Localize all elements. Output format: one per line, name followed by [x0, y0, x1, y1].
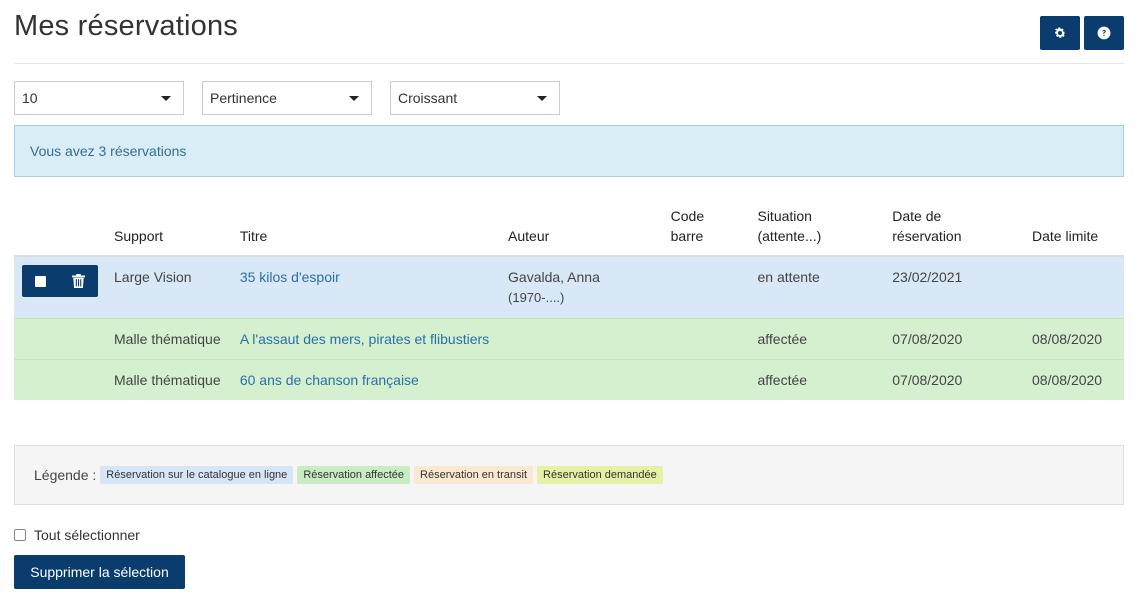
- order-value: Croissant: [398, 90, 458, 106]
- row-barcode: [662, 318, 750, 360]
- gear-icon: [1055, 27, 1066, 38]
- row-support: Large Vision: [106, 255, 232, 319]
- legend-requested: Réservation demandée: [537, 466, 663, 484]
- legend-transit: Réservation en transit: [414, 466, 534, 484]
- legend-affected: Réservation affectée: [297, 466, 411, 484]
- row-actions: [14, 318, 106, 360]
- row-date: 07/08/2020: [884, 318, 1025, 360]
- table-row: Malle thématique A l'assaut des mers, pi…: [14, 318, 1124, 360]
- row-barcode: [662, 255, 750, 319]
- col-status: Situation (attente...): [749, 200, 885, 257]
- row-title-cell: 60 ans de chanson française: [231, 359, 501, 400]
- caret-down-icon: [349, 96, 359, 101]
- row-date: 23/02/2021: [884, 255, 1025, 319]
- question-icon: [1097, 26, 1111, 40]
- settings-button[interactable]: [1040, 16, 1080, 50]
- order-select[interactable]: Croissant: [390, 81, 560, 115]
- col-actions: [14, 200, 106, 257]
- row-author: [500, 318, 663, 360]
- select-all[interactable]: Tout sélectionner: [14, 527, 140, 543]
- row-status: affectée: [749, 359, 885, 400]
- row-limit: 08/08/2020: [1024, 318, 1124, 360]
- delete-selection-button[interactable]: Supprimer la sélection: [14, 555, 185, 589]
- page-size-value: 10: [22, 90, 38, 106]
- col-status-line1: Situation: [757, 208, 812, 224]
- row-title-link[interactable]: 35 kilos d'espoir: [240, 269, 340, 285]
- row-title-cell: A l'assaut des mers, pirates et flibusti…: [231, 318, 501, 360]
- sort-value: Pertinence: [210, 90, 277, 106]
- row-limit: [1024, 255, 1124, 319]
- row-limit: 08/08/2020: [1024, 359, 1124, 400]
- row-actions: [14, 255, 106, 319]
- col-date-line1: Date de: [892, 208, 942, 224]
- page-title: Mes réservations: [14, 10, 238, 42]
- select-all-checkbox[interactable]: [14, 529, 26, 541]
- col-date-line2: réservation: [892, 228, 962, 244]
- row-author-name: Gavalda, Anna: [508, 269, 600, 285]
- legend: Légende : Réservation sur le catalogue e…: [14, 445, 1124, 505]
- trash-icon[interactable]: [72, 274, 85, 288]
- col-author: Auteur: [500, 200, 663, 257]
- col-barcode-line1: Code: [670, 208, 705, 224]
- row-action-group: [22, 265, 98, 297]
- col-status-line2: (attente...): [757, 228, 822, 244]
- row-author: [500, 359, 663, 400]
- legend-label: Légende :: [34, 467, 97, 483]
- row-author: Gavalda, Anna (1970-....): [500, 255, 663, 319]
- col-barcode: Code barre: [662, 200, 750, 257]
- row-actions: [14, 359, 106, 400]
- select-all-label: Tout sélectionner: [34, 527, 140, 543]
- reservation-count-alert: Vous avez 3 réservations: [14, 125, 1124, 177]
- table-row: Malle thématique 60 ans de chanson franç…: [14, 359, 1124, 400]
- row-date: 07/08/2020: [884, 359, 1025, 400]
- row-title-cell: 35 kilos d'espoir: [231, 255, 501, 319]
- col-support: Support: [106, 200, 232, 257]
- page-header: Mes réservations: [14, 0, 1124, 64]
- reservations-table: Support Titre Auteur Code barre Situation…: [14, 200, 1124, 400]
- col-barcode-line2: barre: [670, 228, 704, 244]
- col-date: Date de réservation: [884, 200, 1025, 257]
- caret-down-icon: [537, 96, 547, 101]
- row-title-link[interactable]: A l'assaut des mers, pirates et flibusti…: [240, 331, 489, 347]
- legend-online: Réservation sur le catalogue en ligne: [100, 466, 294, 484]
- row-barcode: [662, 359, 750, 400]
- row-support: Malle thématique: [106, 318, 232, 360]
- row-title-link[interactable]: 60 ans de chanson française: [240, 372, 419, 388]
- help-button[interactable]: [1084, 16, 1124, 50]
- row-status: affectée: [749, 318, 885, 360]
- table-header-row: Support Titre Auteur Code barre Situation…: [14, 200, 1124, 257]
- sort-select[interactable]: Pertinence: [202, 81, 372, 115]
- col-limit: Date limite: [1024, 200, 1124, 257]
- row-status: en attente: [749, 255, 885, 319]
- caret-down-icon: [161, 96, 171, 101]
- table-row: Large Vision 35 kilos d'espoir Gavalda, …: [14, 255, 1124, 319]
- col-title: Titre: [231, 200, 501, 257]
- row-author-dates: (1970-....): [508, 290, 565, 305]
- row-support: Malle thématique: [106, 359, 232, 400]
- page-size-select[interactable]: 10: [14, 81, 184, 115]
- checkbox-icon[interactable]: [35, 275, 46, 287]
